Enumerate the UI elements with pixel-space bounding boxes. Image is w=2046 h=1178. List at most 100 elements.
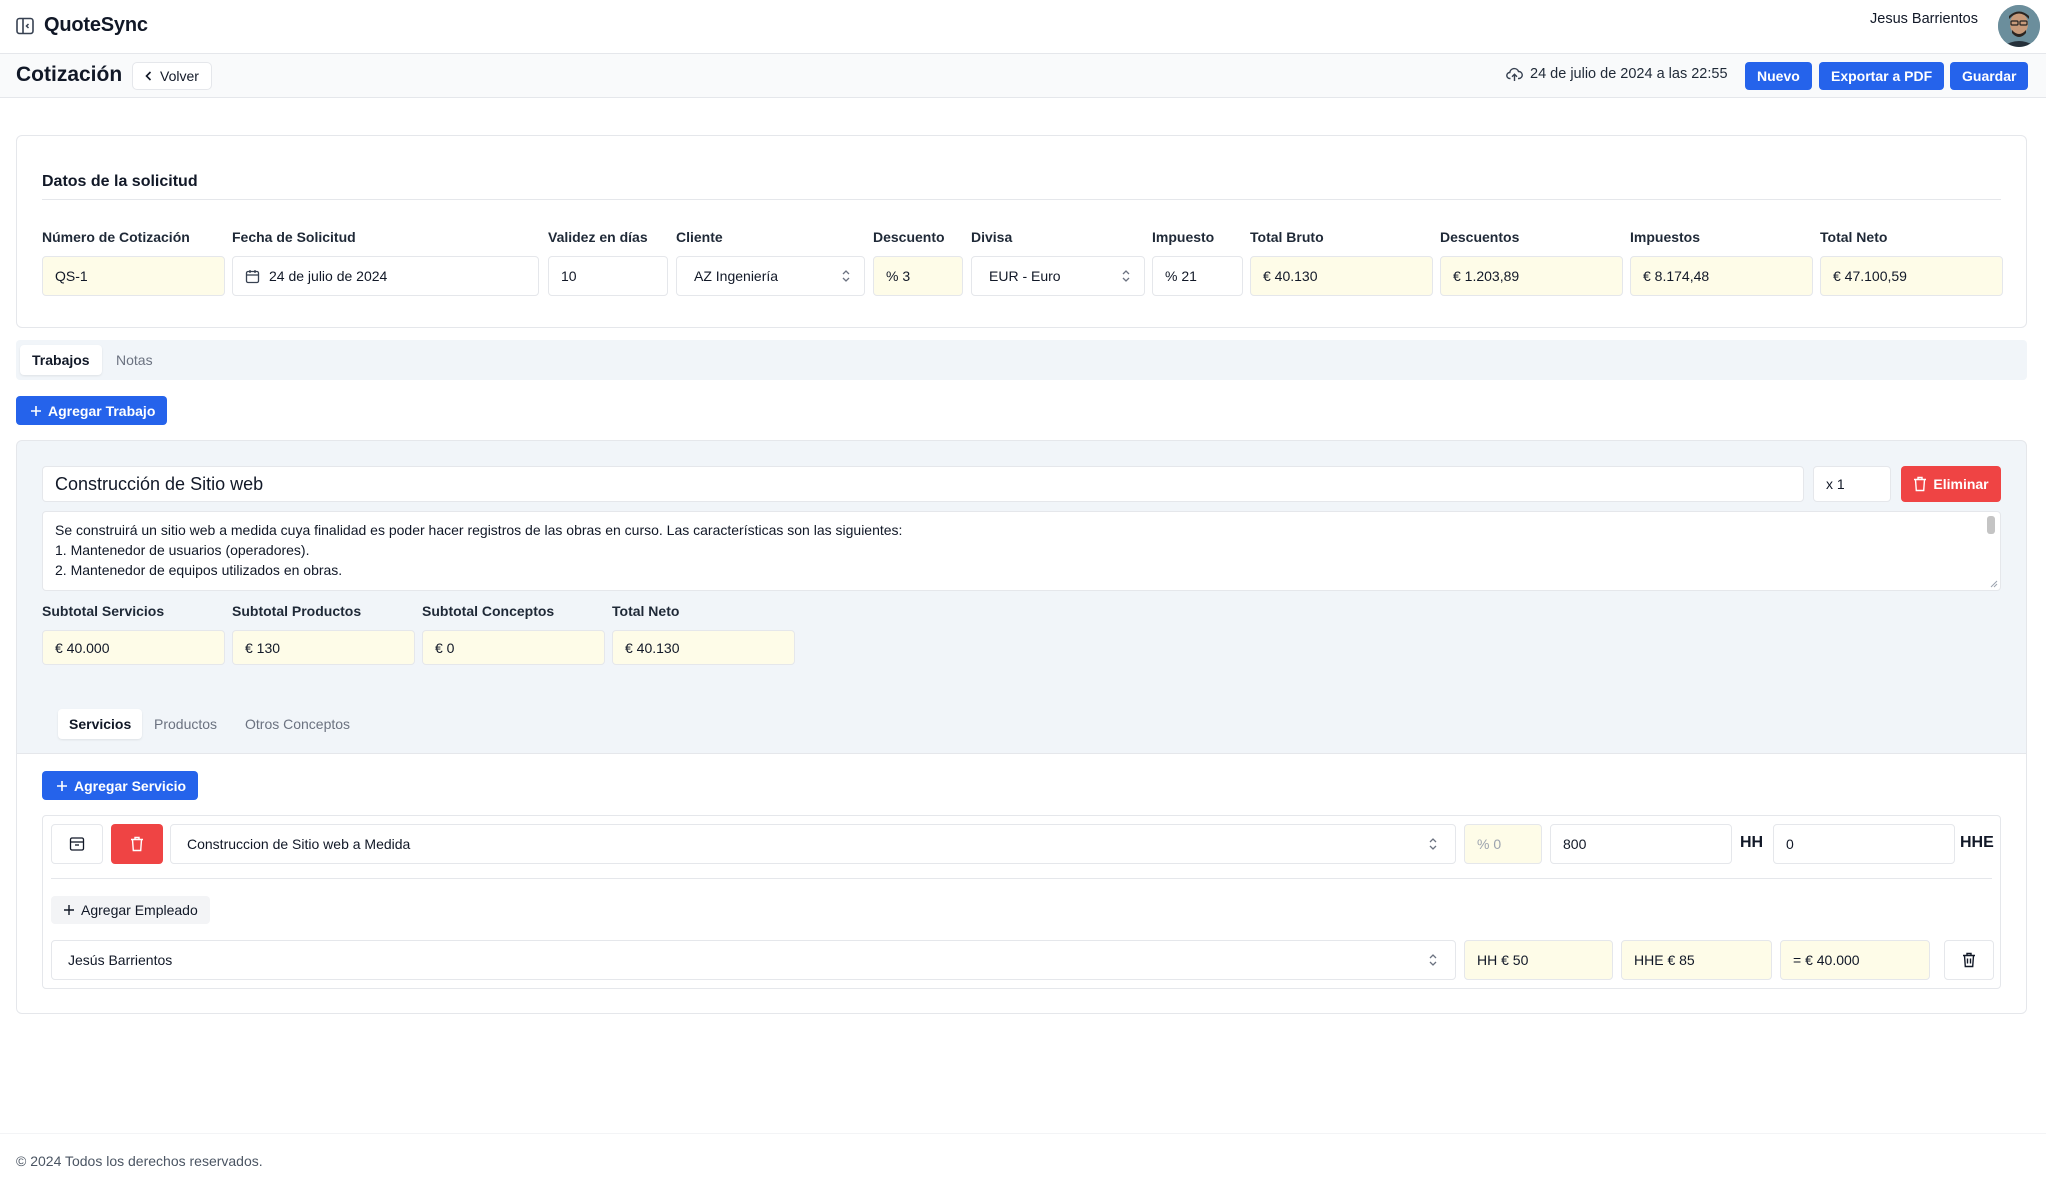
user-avatar[interactable] <box>1998 5 2040 47</box>
currency-label: Divisa <box>971 229 1013 245</box>
employee-hh-rate-input[interactable]: HH € 50 <box>1464 940 1613 980</box>
discounts-value: € 1.203,89 <box>1453 268 1520 284</box>
add-service-label: Agregar Servicio <box>74 777 187 794</box>
service-discount-input[interactable]: % 0 <box>1464 824 1542 864</box>
user-name: Jesus Barrientos <box>1870 11 1978 27</box>
delete-employee-button[interactable] <box>1944 940 1994 980</box>
calendar-icon <box>245 269 260 283</box>
client-value: AZ Ingeniería <box>694 268 779 284</box>
validity-label: Validez en días <box>548 229 648 245</box>
validity-input[interactable]: 10 <box>548 256 668 296</box>
employee-select[interactable]: Jesús Barrientos <box>51 940 1456 980</box>
employee-hhe-rate-input[interactable]: HHE € 85 <box>1621 940 1772 980</box>
tax-value: % 21 <box>1165 268 1197 284</box>
work-quantity-input[interactable]: x 1 <box>1813 466 1891 502</box>
request-date-value: 24 de julio de 2024 <box>269 268 388 284</box>
request-data-title: Datos de la solicitud <box>42 173 198 190</box>
delete-work-button[interactable]: Eliminar <box>1901 466 2001 502</box>
delete-service-button[interactable] <box>111 824 163 864</box>
employee-total-field: = € 40.000 <box>1780 940 1930 980</box>
chevron-left-icon <box>145 71 152 81</box>
hh-unit-label: HH <box>1740 834 1764 851</box>
work-net-total-value: € 40.130 <box>625 639 680 656</box>
discount-input[interactable]: % 3 <box>873 256 963 296</box>
subtotal-services-label: Subtotal Servicios <box>42 603 165 619</box>
service-hhe-input[interactable]: 0 <box>1773 824 1955 864</box>
description-line: Se construirá un sitio web a medida cuya… <box>55 522 903 538</box>
add-work-button[interactable]: Agregar Trabajo <box>16 396 168 425</box>
trash-icon <box>131 836 143 852</box>
last-saved: 24 de julio de 2024 a las 22:55 <box>1506 66 1728 82</box>
tab-works[interactable]: Trabajos <box>20 345 102 375</box>
discounts-field: € 1.203,89 <box>1440 256 1623 296</box>
divider <box>51 878 1992 879</box>
app-logo[interactable]: QuoteSync <box>44 14 148 37</box>
client-select[interactable]: AZ Ingeniería <box>676 256 865 296</box>
add-work-label: Agregar Trabajo <box>48 402 156 419</box>
request-date-picker[interactable]: 24 de julio de 2024 <box>232 256 539 296</box>
page-title: Cotización <box>16 63 123 86</box>
archive-icon <box>69 837 85 851</box>
subtotal-concepts-value: € 0 <box>435 639 455 656</box>
quote-number-value: QS-1 <box>55 268 88 284</box>
client-label: Cliente <box>676 229 723 245</box>
new-button[interactable]: Nuevo <box>1745 62 1812 90</box>
divider <box>42 199 2001 200</box>
subtotal-products-label: Subtotal Productos <box>232 603 362 619</box>
taxes-value: € 8.174,48 <box>1643 268 1710 284</box>
subtab-products[interactable]: Productos <box>143 709 228 739</box>
gross-total-field: € 40.130 <box>1250 256 1433 296</box>
work-net-total-field: € 40.130 <box>612 630 795 665</box>
save-button[interactable]: Guardar <box>1950 62 2029 90</box>
subtotal-services-field: € 40.000 <box>42 630 225 665</box>
validity-value: 10 <box>561 268 577 284</box>
taxes-label: Impuestos <box>1630 229 1701 245</box>
back-button[interactable]: Volver <box>132 62 212 90</box>
tax-input[interactable]: % 21 <box>1152 256 1243 296</box>
service-item: Construccion de Sitio web a Medida % 0 8… <box>42 815 2001 989</box>
main-tabs: Trabajos Notas <box>16 340 2027 380</box>
employee-hh-rate-value: HH € 50 <box>1477 952 1529 968</box>
chevron-up-down-icon <box>1429 954 1437 966</box>
hhe-unit-label: HHE <box>1960 834 1994 851</box>
gross-total-value: € 40.130 <box>1263 268 1318 284</box>
discounts-label: Descuentos <box>1440 229 1520 245</box>
service-hh-value: 800 <box>1563 836 1587 852</box>
taxes-field: € 8.174,48 <box>1630 256 1813 296</box>
currency-value: EUR - Euro <box>989 268 1061 284</box>
subtab-other-concepts[interactable]: Otros Conceptos <box>234 709 361 739</box>
textarea-scrollbar[interactable] <box>1987 516 1995 534</box>
chevron-up-down-icon <box>842 270 850 282</box>
employee-total-value: = € 40.000 <box>1793 952 1860 968</box>
tab-notes[interactable]: Notas <box>104 345 165 375</box>
request-data-card: Datos de la solicitud Número de Cotizaci… <box>16 135 2027 328</box>
quote-number-label: Número de Cotización <box>42 229 190 245</box>
service-hh-input[interactable]: 800 <box>1550 824 1732 864</box>
employee-name-value: Jesús Barrientos <box>68 952 173 968</box>
discount-value: % 3 <box>886 268 911 284</box>
sidebar-toggle-icon[interactable] <box>15 16 37 38</box>
description-line: 1. Mantenedor de usuarios (operadores). <box>55 542 310 558</box>
net-total-field: € 47.100,59 <box>1820 256 2003 296</box>
work-description-textarea[interactable]: Se construirá un sitio web a medida cuya… <box>42 511 2001 591</box>
add-employee-button[interactable]: Agregar Empleado <box>51 896 210 924</box>
work-title-input[interactable]: Construcción de Sitio web <box>42 466 1804 502</box>
resize-handle-icon[interactable] <box>1988 578 1998 588</box>
footer: © 2024 Todos los derechos reservados. <box>0 1133 2046 1178</box>
service-hhe-value: 0 <box>1786 836 1794 852</box>
delete-work-label: Eliminar <box>1933 476 1989 492</box>
cloud-upload-icon <box>1506 67 1523 81</box>
subtab-services[interactable]: Servicios <box>58 709 143 739</box>
employee-hhe-rate-value: HHE € 85 <box>1634 952 1695 968</box>
discount-label: Descuento <box>873 229 945 245</box>
service-discount-placeholder: % 0 <box>1477 836 1502 852</box>
add-service-button[interactable]: Agregar Servicio <box>42 771 199 800</box>
service-name-value: Construccion de Sitio web a Medida <box>187 836 411 852</box>
subtotal-products-field: € 130 <box>232 630 415 665</box>
archive-service-button[interactable] <box>51 824 103 864</box>
copyright-text: © 2024 Todos los derechos reservados. <box>16 1153 263 1169</box>
service-select[interactable]: Construccion de Sitio web a Medida <box>170 824 1456 864</box>
export-pdf-button[interactable]: Exportar a PDF <box>1819 62 1945 90</box>
plus-icon <box>31 405 41 416</box>
currency-select[interactable]: EUR - Euro <box>971 256 1145 296</box>
